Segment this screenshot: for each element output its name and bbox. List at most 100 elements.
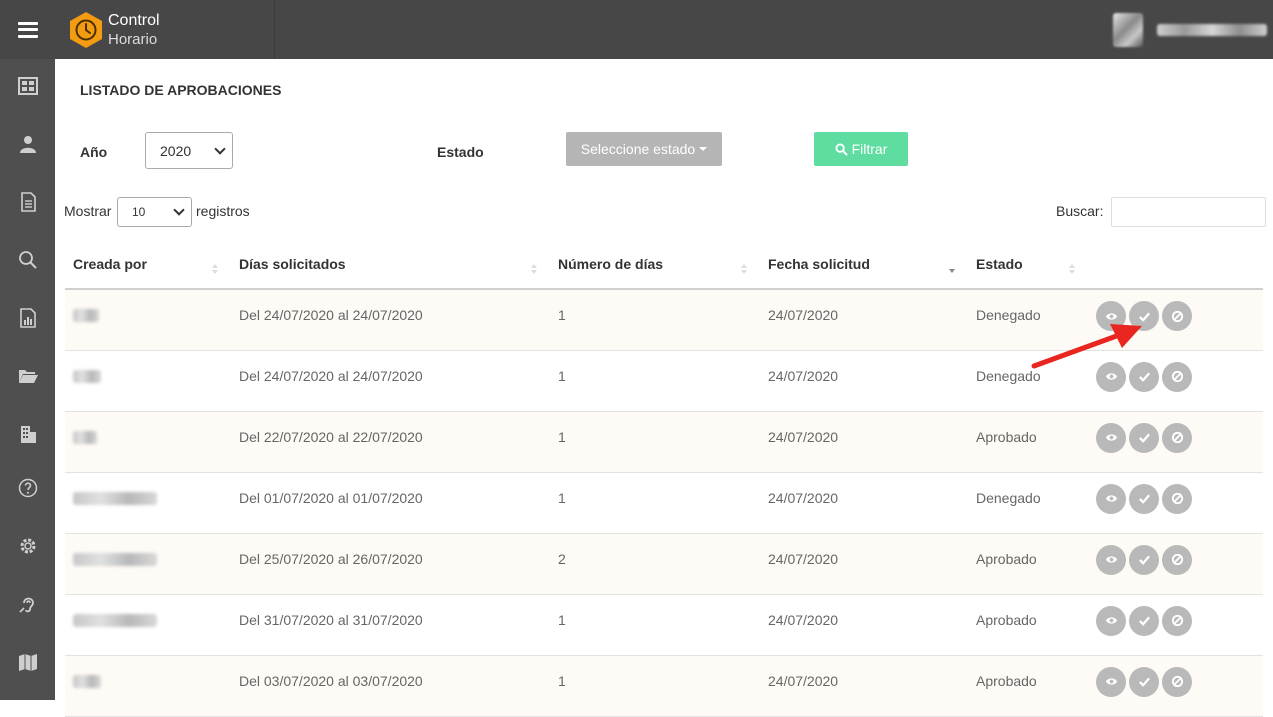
column-header-dias-solicitados[interactable]: Días solicitados xyxy=(231,240,550,290)
map-icon xyxy=(18,654,37,671)
approve-button[interactable] xyxy=(1129,666,1159,697)
column-header-numero-dias[interactable]: Número de días xyxy=(550,240,760,290)
status-cell: Aprobado xyxy=(968,655,1088,717)
actions-cell xyxy=(1088,655,1263,717)
search-input[interactable] xyxy=(1111,197,1266,227)
check-icon xyxy=(1138,312,1150,322)
approve-button[interactable] xyxy=(1129,361,1159,392)
sidebar-item-document[interactable] xyxy=(0,187,55,217)
creator-cell xyxy=(65,533,231,595)
main-content: LISTADO DE APROBACIONES Año 2020 Estado … xyxy=(55,59,1273,717)
avatar xyxy=(1113,12,1143,47)
status-cell: Aprobado xyxy=(968,533,1088,595)
column-header-actions xyxy=(1088,240,1263,290)
eye-icon xyxy=(1105,678,1117,685)
sidebar-item-search[interactable] xyxy=(0,245,55,275)
search-icon xyxy=(18,251,37,269)
deny-button[interactable] xyxy=(1162,301,1192,331)
approve-button[interactable] xyxy=(1129,605,1159,636)
requested-days-cell: Del 25/07/2020 al 26/07/2020 xyxy=(231,533,550,595)
deny-button[interactable] xyxy=(1162,544,1192,575)
eye-icon xyxy=(1105,434,1117,441)
filter-button-label: Filtrar xyxy=(851,141,888,157)
approve-button[interactable] xyxy=(1129,544,1159,575)
approve-button[interactable] xyxy=(1129,301,1159,331)
check-icon xyxy=(1138,372,1150,382)
sort-icon xyxy=(212,264,219,276)
deny-button[interactable] xyxy=(1162,666,1192,697)
filter-button[interactable]: Filtrar xyxy=(814,132,908,166)
year-select-value: 2020 xyxy=(160,142,192,159)
view-button[interactable] xyxy=(1096,666,1126,697)
number-of-days-cell: 1 xyxy=(550,289,760,351)
view-button[interactable] xyxy=(1096,361,1126,392)
request-date-cell: 24/07/2020 xyxy=(760,411,968,473)
user-menu[interactable] xyxy=(1113,0,1273,59)
actions-cell xyxy=(1088,533,1263,595)
clock-logo-icon xyxy=(70,11,102,48)
sidebar-item-map[interactable] xyxy=(0,647,55,677)
actions-cell xyxy=(1088,594,1263,656)
creator-name-redacted xyxy=(73,430,97,444)
ban-icon xyxy=(1171,431,1183,444)
help-icon xyxy=(18,478,37,498)
table-row: Del 22/07/2020 al 22/07/2020 1 24/07/2020 A… xyxy=(65,411,1263,473)
number-of-days-cell: 1 xyxy=(550,655,760,717)
requested-days-cell: Del 01/07/2020 al 01/07/2020 xyxy=(231,472,550,534)
view-button[interactable] xyxy=(1096,483,1126,514)
creator-name-redacted xyxy=(73,552,157,566)
ban-icon xyxy=(1171,614,1183,627)
view-button[interactable] xyxy=(1096,544,1126,575)
page-title: LISTADO DE APROBACIONES xyxy=(80,82,282,98)
sidebar-item-settings[interactable] xyxy=(0,531,55,561)
creator-name-redacted xyxy=(73,613,157,627)
actions-cell xyxy=(1088,411,1263,473)
chevron-down-icon xyxy=(173,204,185,216)
deny-button[interactable] xyxy=(1162,361,1192,392)
sidebar-item-help[interactable] xyxy=(0,473,55,503)
ban-icon xyxy=(1171,675,1183,688)
view-button[interactable] xyxy=(1096,605,1126,636)
estado-dropdown-button[interactable]: Seleccione estado xyxy=(566,132,722,166)
ban-icon xyxy=(1171,492,1183,505)
deny-button[interactable] xyxy=(1162,422,1192,453)
deny-button[interactable] xyxy=(1162,605,1192,636)
building-icon xyxy=(20,426,36,443)
deny-button[interactable] xyxy=(1162,483,1192,514)
ban-icon xyxy=(1171,310,1183,322)
table-row: Del 25/07/2020 al 26/07/2020 2 24/07/2020 A… xyxy=(65,533,1263,595)
number-of-days-cell: 2 xyxy=(550,533,760,595)
eye-icon xyxy=(1105,495,1117,502)
chevron-down-icon xyxy=(214,142,226,155)
view-button[interactable] xyxy=(1096,422,1126,453)
requested-days-cell: Del 03/07/2020 al 03/07/2020 xyxy=(231,655,550,717)
sidebar-item-hearing[interactable] xyxy=(0,589,55,619)
column-header-estado[interactable]: Estado xyxy=(968,240,1088,290)
creator-cell xyxy=(65,594,231,656)
hamburger-menu-button[interactable] xyxy=(0,0,55,59)
creator-cell xyxy=(65,350,231,412)
sidebar-item-report[interactable] xyxy=(0,303,55,333)
page-length-select[interactable]: 10 xyxy=(117,197,192,227)
dashboard-icon xyxy=(17,77,38,95)
brand[interactable]: Control Horario xyxy=(55,0,275,59)
sidebar-item-building[interactable] xyxy=(0,419,55,449)
creator-name-redacted xyxy=(73,674,101,688)
sidebar-item-user[interactable] xyxy=(0,129,55,159)
year-label: Año xyxy=(80,144,108,160)
status-cell: Denegado xyxy=(968,289,1088,351)
column-header-fecha-solicitud[interactable]: Fecha solicitud xyxy=(760,240,968,290)
request-date-cell: 24/07/2020 xyxy=(760,655,968,717)
approve-button[interactable] xyxy=(1129,483,1159,514)
sidebar-item-dashboard[interactable] xyxy=(0,71,55,101)
year-select[interactable]: 2020 xyxy=(145,132,233,169)
view-button[interactable] xyxy=(1096,301,1126,331)
table-row: Del 24/07/2020 al 24/07/2020 1 24/07/2020 D… xyxy=(65,350,1263,412)
approvals-table: Creada por Días solicitados Número de dí… xyxy=(65,240,1263,717)
actions-cell xyxy=(1088,289,1263,351)
check-icon xyxy=(1138,616,1150,626)
approve-button[interactable] xyxy=(1129,422,1159,453)
creator-name-redacted xyxy=(73,309,99,322)
sidebar-item-folder[interactable] xyxy=(0,361,55,391)
column-header-creada-por[interactable]: Creada por xyxy=(65,240,231,290)
